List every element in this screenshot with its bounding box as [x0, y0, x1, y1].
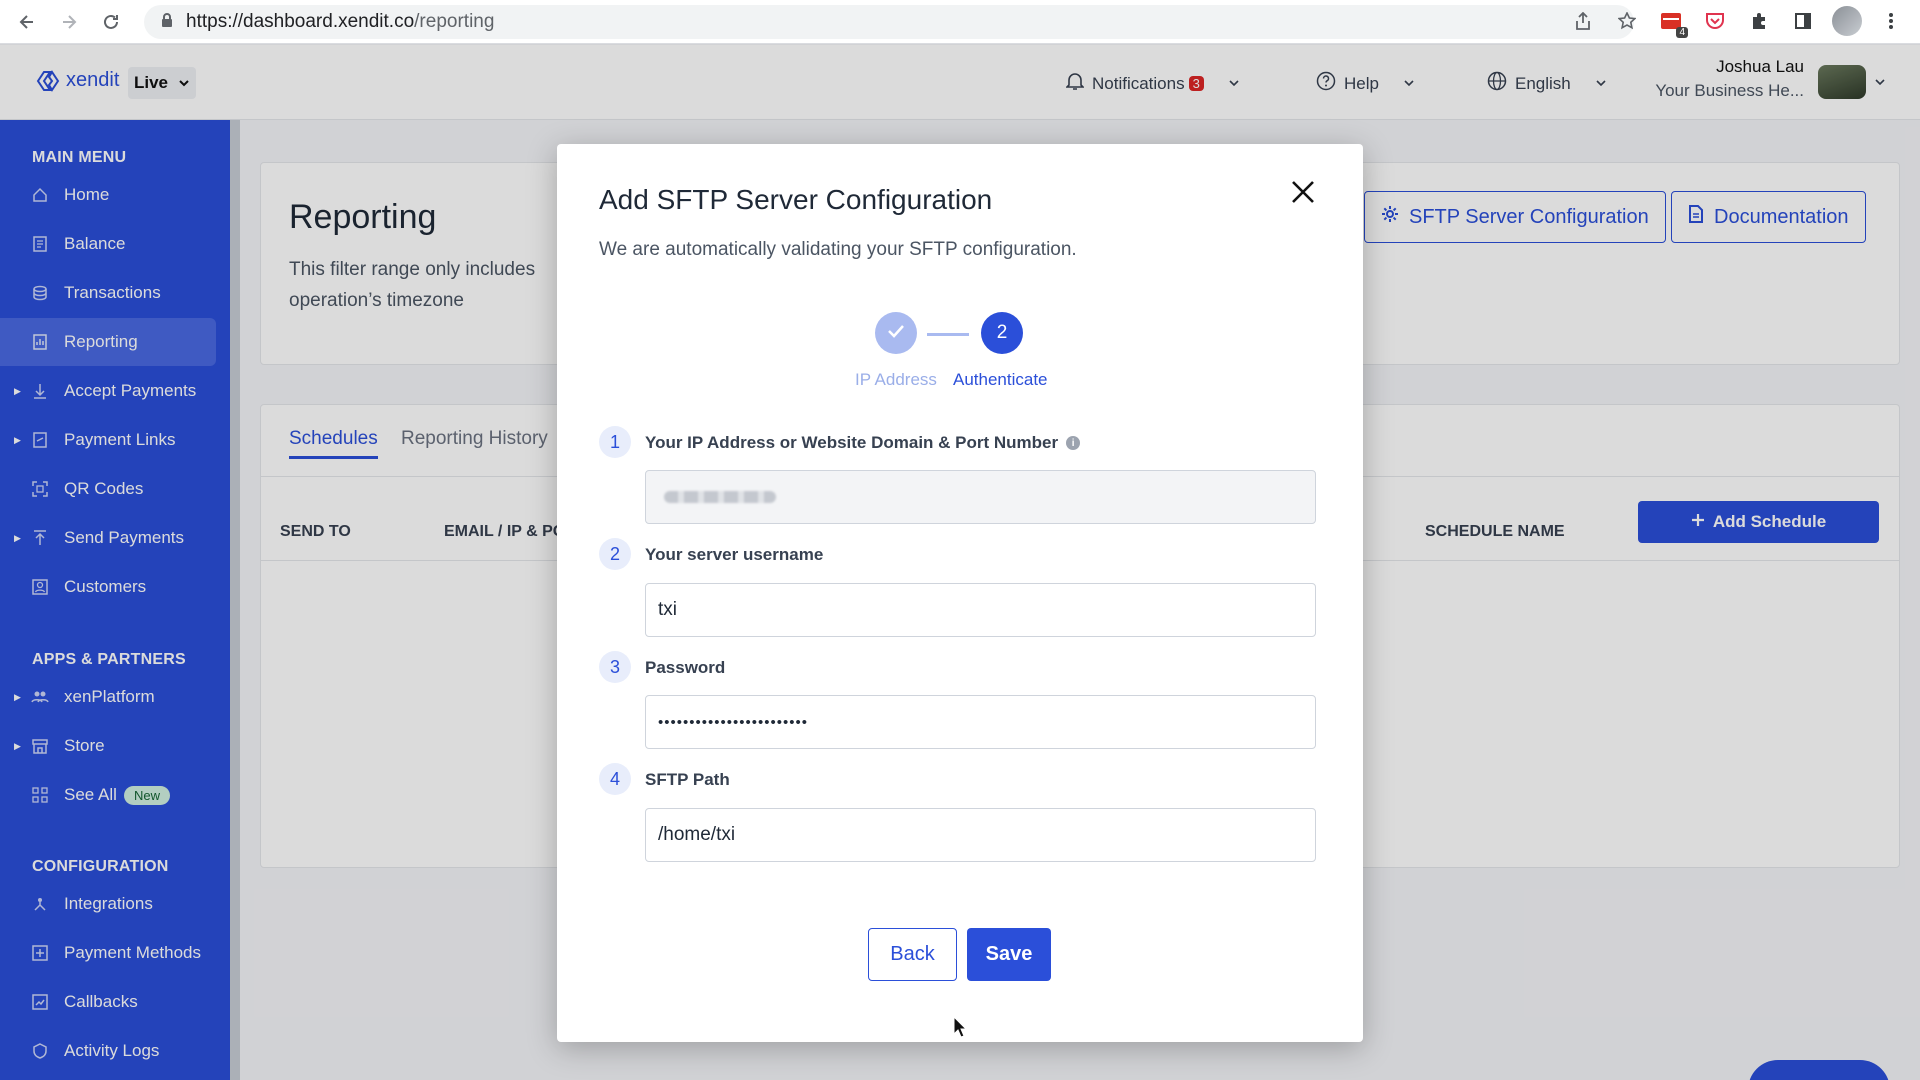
ip-address-label: Your IP Address or Website Domain & Port… [645, 433, 1081, 453]
bookmark-star-icon[interactable] [1612, 6, 1642, 36]
step-2-label: Authenticate [953, 370, 1048, 389]
close-button[interactable] [1285, 176, 1321, 212]
save-button[interactable]: Save [967, 928, 1051, 981]
pocket-icon[interactable] [1700, 6, 1730, 36]
field-3-number: 3 [599, 651, 631, 683]
username-label-text: Your server username [645, 545, 824, 564]
server-username-value: txi [658, 599, 677, 620]
server-username-input[interactable]: txi [645, 583, 1316, 637]
stepper-connector [927, 333, 969, 336]
lock-icon [160, 12, 174, 33]
side-panel-icon[interactable] [1788, 6, 1818, 36]
add-sftp-modal: Add SFTP Server Configuration We are aut… [557, 144, 1363, 1042]
field-4-number: 4 [599, 763, 631, 795]
mouse-cursor-icon [953, 1015, 968, 1038]
back-button[interactable]: Back [868, 928, 957, 981]
modal-title: Add SFTP Server Configuration [599, 184, 993, 215]
back-arrow-icon[interactable] [12, 7, 42, 37]
field-1-number: 1 [599, 426, 631, 458]
password-label: Password [645, 658, 725, 678]
url-path: /reporting [414, 11, 495, 32]
url-text: https://dashboard.xendit.co/reporting [186, 11, 494, 33]
browser-toolbar: https://dashboard.xendit.co/reporting 4 [0, 0, 1920, 44]
password-label-text: Password [645, 658, 726, 677]
ip-address-input[interactable] [645, 470, 1316, 524]
step-1-label: IP Address [855, 370, 937, 389]
sftp-path-label-text: SFTP Path [645, 770, 730, 789]
check-icon [887, 322, 905, 344]
share-icon[interactable] [1568, 6, 1598, 36]
address-bar[interactable]: https://dashboard.xendit.co/reporting [144, 5, 1634, 39]
username-label: Your server username [645, 545, 823, 565]
redacted-ip-value [664, 491, 776, 503]
sftp-path-input[interactable]: /home/txi [645, 808, 1316, 862]
info-icon[interactable]: i [1066, 436, 1081, 450]
ip-address-label-text: Your IP Address or Website Domain & Port… [645, 433, 1059, 452]
url-host: https://dashboard.xendit.co [186, 11, 415, 32]
password-value: •••••••••••••••••••••••• [658, 713, 809, 731]
forward-arrow-icon[interactable] [54, 7, 84, 37]
close-icon [1290, 179, 1316, 210]
field-2-number: 2 [599, 538, 631, 570]
calendar-extension-icon[interactable]: 4 [1656, 6, 1688, 38]
password-input[interactable]: •••••••••••••••••••••••• [645, 695, 1316, 749]
step-2-indicator: 2 [981, 312, 1023, 354]
step-1-indicator [875, 312, 917, 354]
step-2-number: 2 [996, 322, 1008, 343]
sftp-path-value: /home/txi [658, 824, 736, 845]
browser-profile-avatar[interactable] [1832, 6, 1862, 36]
sftp-path-label: SFTP Path [645, 770, 730, 790]
modal-subtitle: We are automatically validating your SFT… [599, 239, 1077, 260]
reload-icon[interactable] [96, 7, 126, 37]
extension-badge: 4 [1676, 27, 1688, 38]
kebab-menu-icon[interactable] [1876, 6, 1906, 36]
puzzle-extensions-icon[interactable] [1744, 6, 1774, 36]
